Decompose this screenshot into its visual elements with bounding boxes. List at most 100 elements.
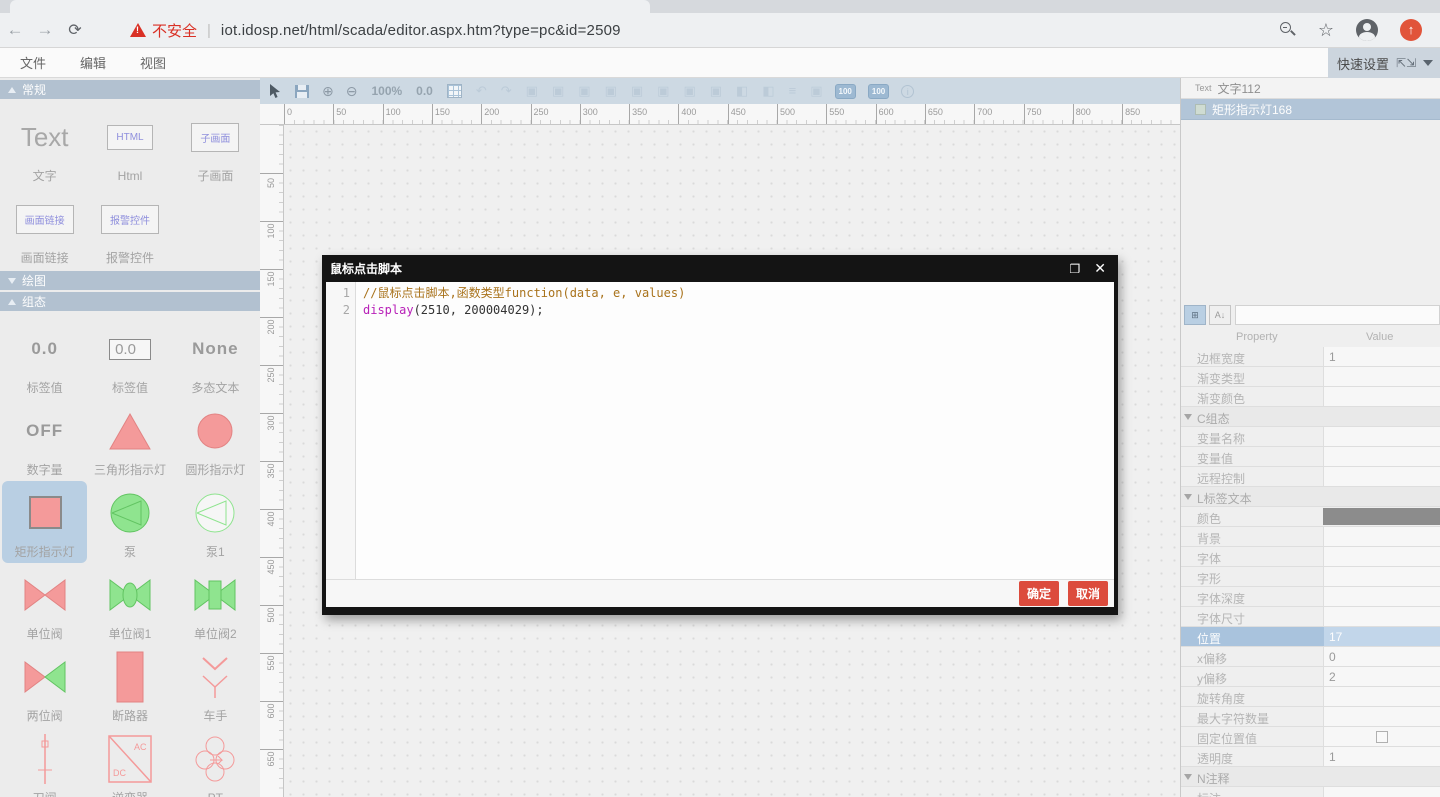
property-value[interactable]: 1	[1323, 347, 1440, 366]
save-icon[interactable]	[294, 84, 310, 99]
property-value[interactable]: 0	[1323, 647, 1440, 666]
property-group-C组态[interactable]: C组态	[1181, 407, 1440, 427]
not-secure-warning-icon[interactable]	[130, 23, 146, 37]
property-row-边框宽度[interactable]: 边框宽度1	[1181, 347, 1440, 367]
property-value[interactable]: 1	[1323, 747, 1440, 766]
property-row-位置[interactable]: 位置17	[1181, 627, 1440, 647]
address-url[interactable]: iot.idosp.net/html/scada/editor.aspx.htm…	[221, 22, 621, 39]
dialog-titlebar[interactable]: 鼠标点击脚本 ❐ ✕	[326, 255, 1114, 282]
property-value[interactable]	[1323, 427, 1440, 446]
property-value[interactable]	[1323, 687, 1440, 706]
quick-settings[interactable]: 快速设置 ⇱⇲	[1328, 48, 1440, 78]
ok-button[interactable]: 确定	[1019, 581, 1059, 606]
menu-item-编辑[interactable]: 编辑	[80, 53, 106, 72]
code-line[interactable]: //鼠标点击脚本,函数类型function(data, e, values)	[363, 285, 685, 302]
palette-item-inverter-icon[interactable]: ACDC逆变器	[87, 727, 172, 797]
property-value[interactable]: 17	[1323, 627, 1440, 646]
palette-item-pump-icon[interactable]: 泵	[87, 481, 172, 563]
property-value[interactable]	[1323, 567, 1440, 586]
palette-item-text-icon[interactable]: Text文字	[2, 105, 87, 187]
palette-item-pt-icon[interactable]: PT	[173, 727, 258, 797]
property-value[interactable]	[1323, 447, 1440, 466]
property-value[interactable]	[1323, 547, 1440, 566]
script-code-editor[interactable]: 12 //鼠标点击脚本,函数类型function(data, e, values…	[326, 282, 1114, 579]
palette-item-two-position-valve-icon[interactable]: 两位阀	[2, 645, 87, 727]
property-group-N注释[interactable]: N注释	[1181, 767, 1440, 787]
collapse-panels-icon[interactable]: ⇱⇲	[1396, 56, 1416, 70]
bookmark-star-icon[interactable]: ☆	[1318, 20, 1334, 41]
size-100-badge[interactable]: 100	[868, 84, 889, 99]
property-row-变量值[interactable]: 变量值	[1181, 447, 1440, 467]
property-row-字体深度[interactable]: 字体深度	[1181, 587, 1440, 607]
palette-item-triangle-indicator-icon[interactable]: 三角形指示灯	[87, 399, 172, 481]
palette-item-circle-indicator-icon[interactable]: 圆形指示灯	[173, 399, 258, 481]
reload-icon[interactable]: ⟳	[60, 20, 90, 40]
palette-item-unit-valve1-icon[interactable]: 单位阀1	[87, 563, 172, 645]
palette-item-html-icon[interactable]: HTMLHtml	[87, 105, 172, 187]
palette-item-cart-icon[interactable]: 车手	[173, 645, 258, 727]
property-row-变量名称[interactable]: 变量名称	[1181, 427, 1440, 447]
checkbox[interactable]	[1376, 731, 1388, 743]
property-filter-input[interactable]	[1235, 305, 1440, 325]
palette-item-tag-value-box-icon[interactable]: 0.0标签值	[87, 317, 172, 399]
property-row-渐变类型[interactable]: 渐变类型	[1181, 367, 1440, 387]
property-value[interactable]	[1323, 587, 1440, 606]
property-row-颜色[interactable]: 颜色	[1181, 507, 1440, 527]
property-row-标注[interactable]: 标注	[1181, 787, 1440, 797]
profile-avatar[interactable]	[1356, 19, 1378, 41]
property-value[interactable]	[1323, 527, 1440, 546]
browser-update-icon[interactable]: ↑	[1400, 19, 1422, 41]
cancel-button[interactable]: 取消	[1068, 581, 1108, 606]
property-row-最大字符数量[interactable]: 最大字符数量	[1181, 707, 1440, 727]
size-100-badge[interactable]: 100	[835, 84, 856, 99]
object-list-item[interactable]: Text文字112	[1181, 78, 1440, 99]
property-row-x偏移[interactable]: x偏移0	[1181, 647, 1440, 667]
property-value[interactable]: 2	[1323, 667, 1440, 686]
property-value[interactable]	[1323, 787, 1440, 797]
menu-item-视图[interactable]: 视图	[140, 53, 166, 72]
palette-item-digital-icon[interactable]: OFF数字量	[2, 399, 87, 481]
forward-icon[interactable]: →	[30, 20, 60, 40]
menu-item-文件[interactable]: 文件	[20, 53, 46, 72]
categorize-icon[interactable]: ⊞	[1184, 305, 1206, 325]
maximize-icon[interactable]: ❐	[1070, 262, 1081, 276]
sidebar-section-drawing[interactable]: 绘图	[0, 271, 260, 290]
browser-zoom-icon[interactable]	[1280, 22, 1296, 38]
property-row-透明度[interactable]: 透明度1	[1181, 747, 1440, 767]
property-row-固定位置值[interactable]: 固定位置值	[1181, 727, 1440, 747]
property-row-字体尺寸[interactable]: 字体尺寸	[1181, 607, 1440, 627]
pointer-tool-icon[interactable]	[268, 83, 282, 99]
palette-item-screen-link-icon[interactable]: 画面链接画面链接	[2, 187, 87, 269]
property-row-字形[interactable]: 字形	[1181, 567, 1440, 587]
property-group-L标签文本[interactable]: L标签文本	[1181, 487, 1440, 507]
property-value[interactable]	[1323, 367, 1440, 386]
property-value[interactable]	[1323, 387, 1440, 406]
palette-item-knife-switch-icon[interactable]: 刀闸	[2, 727, 87, 797]
sort-az-icon[interactable]: A↓	[1209, 305, 1231, 325]
browser-active-tab[interactable]	[10, 0, 650, 13]
palette-item-multistate-text-icon[interactable]: None多态文本	[173, 317, 258, 399]
palette-item-alarm-widget-icon[interactable]: 报警控件报警控件	[87, 187, 172, 269]
property-row-字体[interactable]: 字体	[1181, 547, 1440, 567]
palette-item-subscreen-icon[interactable]: 子画面子画面	[173, 105, 258, 187]
palette-item-rect-indicator-icon[interactable]: 矩形指示灯	[2, 481, 87, 563]
palette-item-unit-valve2-icon[interactable]: 单位阀2	[173, 563, 258, 645]
property-row-远程控制[interactable]: 远程控制	[1181, 467, 1440, 487]
property-value[interactable]	[1323, 707, 1440, 726]
info-icon[interactable]: i	[901, 85, 914, 98]
code-lines[interactable]: //鼠标点击脚本,函数类型function(data, e, values)di…	[356, 282, 685, 579]
palette-item-breaker-icon[interactable]: 断路器	[87, 645, 172, 727]
grid-toggle-icon[interactable]	[447, 84, 462, 98]
color-swatch[interactable]	[1323, 508, 1440, 525]
property-row-旋转角度[interactable]: 旋转角度	[1181, 687, 1440, 707]
property-row-渐变颜色[interactable]: 渐变颜色	[1181, 387, 1440, 407]
palette-item-unit-valve-icon[interactable]: 单位阀	[2, 563, 87, 645]
code-line[interactable]: display(2510, 200004029);	[363, 302, 685, 319]
palette-item-pump1-icon[interactable]: 泵1	[173, 481, 258, 563]
zoom-out-icon[interactable]: ⊖	[346, 83, 358, 100]
property-value[interactable]	[1323, 467, 1440, 486]
zoom-in-icon[interactable]: ⊕	[322, 83, 334, 100]
property-row-y偏移[interactable]: y偏移2	[1181, 667, 1440, 687]
object-list-item[interactable]: 矩形指示灯168	[1181, 99, 1440, 120]
sidebar-section-general[interactable]: 常规	[0, 80, 260, 99]
